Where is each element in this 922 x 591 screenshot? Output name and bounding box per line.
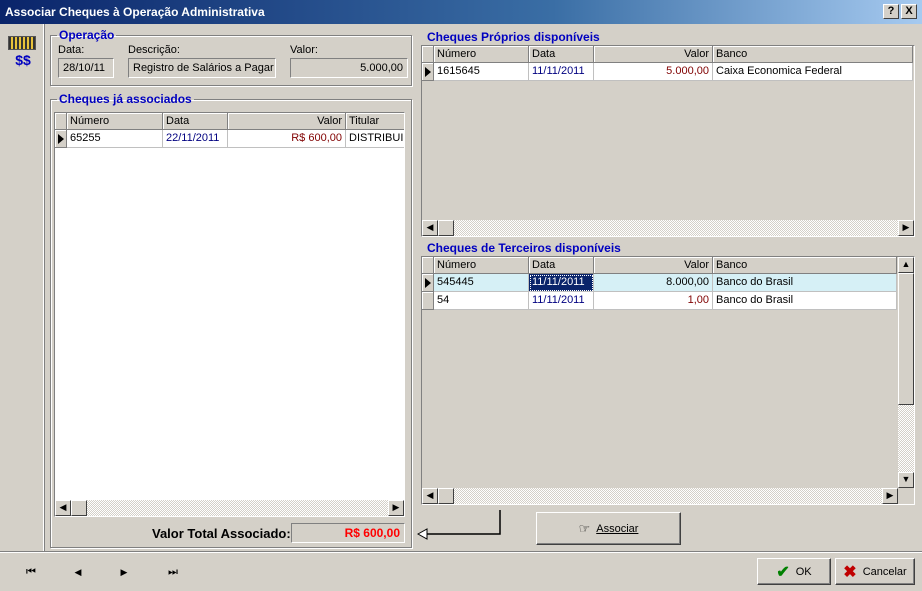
col-numero[interactable]: Número <box>434 46 529 63</box>
scroll-left-icon[interactable]: ◀ <box>55 500 71 516</box>
window-title-bar: Associar Cheques à Operação Administrati… <box>0 0 922 24</box>
cell-valor: R$ 600,00 <box>228 130 346 148</box>
associar-label: Associar <box>596 522 639 535</box>
row-pointer-icon <box>425 67 431 77</box>
table-row[interactable]: 65255 22/11/2011 R$ 600,00 DISTRIBUID <box>55 130 404 148</box>
table-row[interactable]: 54 11/11/2011 1,00 Banco do Brasil <box>422 292 897 310</box>
scroll-right-icon[interactable]: ▶ <box>898 220 914 236</box>
left-toolbar: $$ <box>0 24 44 551</box>
nav-prev-icon[interactable]: ◀ <box>68 563 88 581</box>
cell-numero: 1615645 <box>434 63 529 81</box>
terceiros-hscroll[interactable]: ◀ ▶ <box>422 488 898 504</box>
money-icon: $$ <box>8 36 38 74</box>
col-numero[interactable]: Número <box>67 113 163 130</box>
col-data[interactable]: Data <box>529 257 594 274</box>
col-valor[interactable]: Valor <box>228 113 346 130</box>
proprios-grid[interactable]: Número Data Valor Banco 1615645 11/11/20… <box>421 45 915 237</box>
hand-pointer-icon: ☞ <box>578 520 591 536</box>
row-pointer-icon <box>425 278 431 288</box>
connector-arrow-icon <box>416 510 501 540</box>
descricao-field[interactable]: Registro de Salários a Pagar <box>128 58 276 78</box>
scroll-thumb[interactable] <box>71 500 87 516</box>
cell-numero: 545445 <box>434 274 529 292</box>
nav-first-icon[interactable]: ⏮ <box>21 563 41 581</box>
proprios-title: Cheques Próprios disponíveis <box>427 30 600 44</box>
valor-label: Valor: <box>290 44 318 56</box>
help-button[interactable]: ? <box>883 4 899 19</box>
scroll-up-icon[interactable]: ▲ <box>898 257 914 273</box>
close-button[interactable]: X <box>901 4 917 19</box>
cell-numero: 65255 <box>67 130 163 148</box>
nav-next-icon[interactable]: ▶ <box>114 563 134 581</box>
cell-banco: Banco do Brasil <box>713 292 897 310</box>
cell-numero: 54 <box>434 292 529 310</box>
table-row[interactable]: 1615645 11/11/2011 5.000,00 Caixa Econom… <box>422 63 913 81</box>
associar-button[interactable]: ☞ Associar <box>536 512 681 545</box>
scroll-left-icon[interactable]: ◀ <box>422 488 438 504</box>
window-title: Associar Cheques à Operação Administrati… <box>5 5 265 19</box>
cell-data: 11/11/2011 <box>529 63 594 81</box>
cancel-x-icon: ✖ <box>843 563 857 581</box>
proprios-hscroll[interactable]: ◀ ▶ <box>422 220 914 236</box>
table-row-selected[interactable]: 545445 11/11/2011 8.000,00 Banco do Bras… <box>422 274 897 292</box>
associados-grid[interactable]: Número Data Valor Titular 65255 22/11/20… <box>54 112 405 517</box>
cancelar-label: Cancelar <box>862 565 907 578</box>
col-banco[interactable]: Banco <box>713 46 913 63</box>
terceiros-header: Número Data Valor Banco <box>422 257 897 274</box>
scroll-down-icon[interactable]: ▼ <box>898 472 914 488</box>
descricao-label: Descrição: <box>128 44 180 56</box>
row-pointer-icon <box>58 134 64 144</box>
bottom-separator <box>0 551 922 553</box>
scroll-right-icon[interactable]: ▶ <box>388 500 404 516</box>
total-label: Valor Total Associado: <box>152 526 291 541</box>
associados-legend: Cheques já associados <box>59 92 192 106</box>
valor-field[interactable]: 5.000,00 <box>290 58 408 78</box>
scroll-thumb[interactable] <box>898 273 914 405</box>
ok-button[interactable]: ✔ OK <box>757 558 831 585</box>
col-banco[interactable]: Banco <box>713 257 897 274</box>
col-valor[interactable]: Valor <box>594 46 713 63</box>
cell-valor: 5.000,00 <box>594 63 713 81</box>
associados-header: Número Data Valor Titular <box>55 113 404 130</box>
col-valor[interactable]: Valor <box>594 257 713 274</box>
proprios-header: Número Data Valor Banco <box>422 46 913 63</box>
cancelar-button[interactable]: ✖ Cancelar <box>835 558 915 585</box>
cell-valor: 8.000,00 <box>594 274 713 292</box>
operacao-legend: Operação <box>59 28 115 42</box>
associados-hscroll[interactable]: ◀ ▶ <box>55 500 404 516</box>
col-titular[interactable]: Titular <box>346 113 404 130</box>
cell-data-focused[interactable]: 11/11/2011 <box>529 274 594 292</box>
ok-label: OK <box>795 565 812 578</box>
terceiros-title: Cheques de Terceiros disponíveis <box>427 241 621 255</box>
cell-banco: Banco do Brasil <box>713 274 897 292</box>
cell-titular: DISTRIBUID <box>346 130 404 148</box>
check-icon: ✔ <box>776 563 790 581</box>
terceiros-vscroll[interactable]: ▲ ▼ <box>898 257 914 488</box>
cell-banco: Caixa Economica Federal <box>713 63 913 81</box>
cell-data: 11/11/2011 <box>529 292 594 310</box>
cell-valor: 1,00 <box>594 292 713 310</box>
data-label: Data: <box>58 44 85 56</box>
data-field[interactable]: 28/10/11 <box>58 58 114 78</box>
scroll-right-icon[interactable]: ▶ <box>882 488 898 504</box>
nav-last-icon[interactable]: ⏭ <box>163 563 183 581</box>
terceiros-grid[interactable]: Número Data Valor Banco 545445 11/11/201… <box>421 256 915 505</box>
total-value: R$ 600,00 <box>291 523 405 543</box>
cell-data: 22/11/2011 <box>163 130 228 148</box>
scroll-thumb[interactable] <box>438 220 454 236</box>
col-data[interactable]: Data <box>163 113 228 130</box>
scroll-thumb[interactable] <box>438 488 454 504</box>
scroll-left-icon[interactable]: ◀ <box>422 220 438 236</box>
col-data[interactable]: Data <box>529 46 594 63</box>
col-numero[interactable]: Número <box>434 257 529 274</box>
